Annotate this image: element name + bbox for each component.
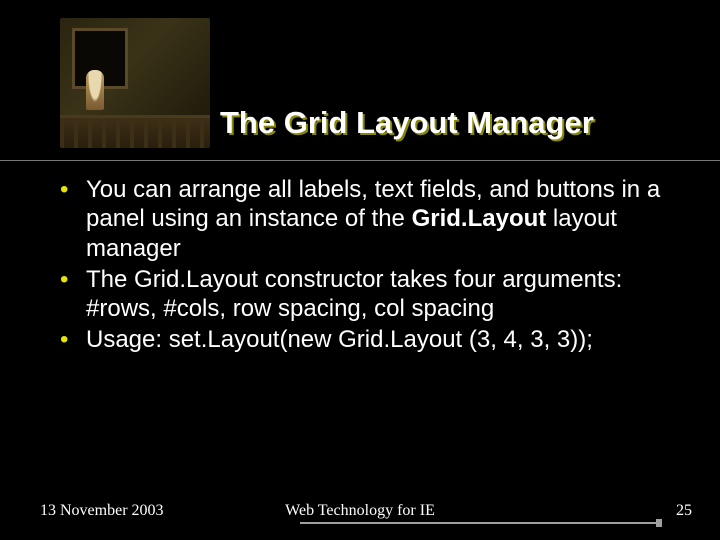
title-rule [0, 160, 720, 161]
bullet-item: • You can arrange all labels, text field… [60, 175, 690, 263]
bullet-item: • Usage: set.Layout(new Grid.Layout (3, … [60, 325, 690, 354]
bullet-text: You can arrange all labels, text fields,… [86, 175, 690, 263]
slide: The Grid Layout Manager • You can arrang… [0, 0, 720, 540]
bullet-mark: • [60, 175, 86, 263]
slide-body: • You can arrange all labels, text field… [60, 175, 690, 357]
bullet-text: The Grid.Layout constructor takes four a… [86, 265, 690, 324]
footer-page-number: 25 [676, 502, 692, 520]
slide-footer: 13 November 2003 Web Technology for IE 2… [0, 496, 720, 520]
footer-rule [300, 522, 660, 524]
photo-fence [60, 115, 210, 148]
decorative-photo [60, 18, 210, 148]
bullet-mark: • [60, 325, 86, 354]
bullet-bold: Grid.Layout [412, 205, 547, 232]
slide-title: The Grid Layout Manager [220, 105, 700, 141]
bullet-mark: • [60, 265, 86, 324]
bullet-pre: The Grid.Layout constructor takes four a… [86, 266, 622, 322]
bullet-text: Usage: set.Layout(new Grid.Layout (3, 4,… [86, 325, 690, 354]
footer-center: Web Technology for IE [0, 502, 720, 520]
bullet-item: • The Grid.Layout constructor takes four… [60, 265, 690, 324]
bullet-pre: Usage: set.Layout(new Grid.Layout (3, 4,… [86, 326, 593, 353]
